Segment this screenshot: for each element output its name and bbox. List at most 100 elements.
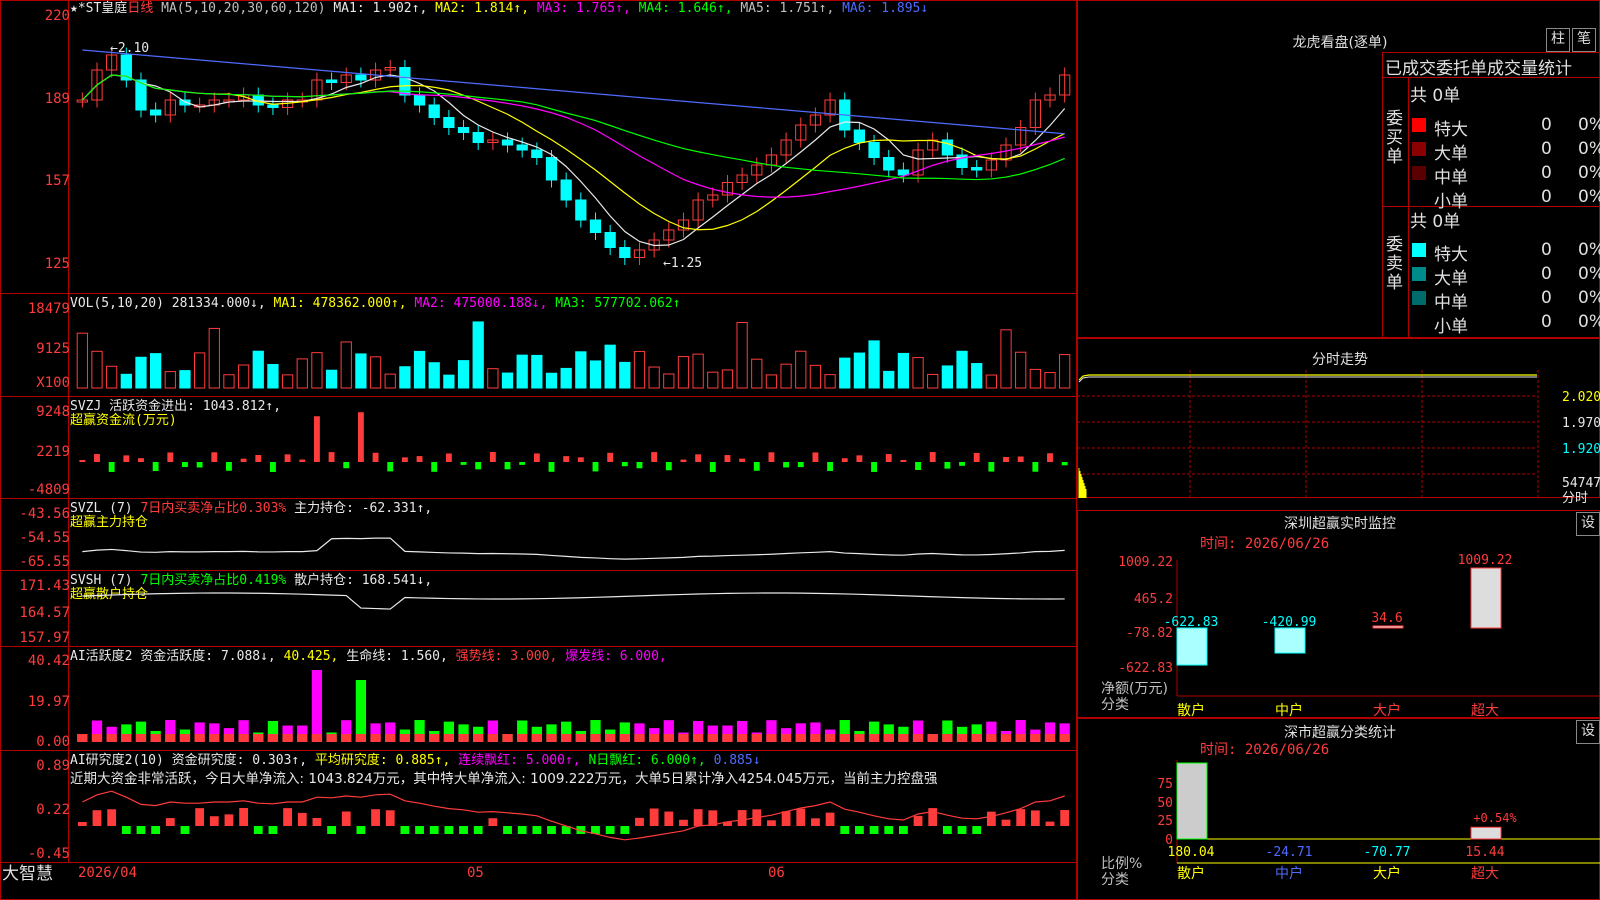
separator [1408,77,1409,338]
order-size-label: 大单 [1434,269,1468,289]
volume-bar [868,340,880,389]
activity-bar [311,670,323,742]
order-percent: 0% [1578,312,1600,332]
activity-base [634,734,645,742]
activity-base [986,734,997,742]
fund-flow-bar [680,459,687,462]
fund-flow-bar [827,462,834,471]
activity-base [473,734,484,742]
research-bar [737,810,747,826]
lhb-title: 龙虎看盘(逐单) [1292,35,1388,51]
activity-base [165,734,176,742]
fund-flow-bar [753,462,760,471]
research-bar [796,808,806,826]
research-bar [444,826,454,834]
research-bar [767,820,776,826]
research-bar [1016,809,1026,826]
research-bar [972,826,982,834]
order-size-label: 特大 [1434,245,1468,265]
cls-axis-label: 25 [1157,814,1173,829]
kline-chart[interactable] [0,0,1077,900]
order-count: 0 [1541,139,1552,159]
sz-bar [1176,627,1208,666]
volume-bar [472,321,484,389]
volume-bar [296,358,308,389]
fund-flow-bar [152,462,159,472]
sz-ylabel: 净额(万元) [1101,681,1168,697]
candle [443,117,455,128]
fund-flow-bar [1017,456,1024,462]
activity-base [297,734,308,742]
fund-flow-bar [504,462,511,470]
fund-flow-bar [973,452,980,462]
fund-flow-bar [284,454,291,462]
volume-bar [208,327,220,389]
research-bar [385,810,395,826]
activity-base [267,734,279,742]
intraday-chart[interactable] [1077,338,1600,498]
sz-bar-value: 1009.22 [1458,553,1513,568]
bar-mode-button[interactable]: 柱 [1546,28,1570,52]
cls-bar-value: -70.77 [1364,845,1411,860]
ma4-line [81,74,1065,181]
activity-base [575,734,586,742]
order-size-label: 中单 [1434,168,1468,188]
fund-flow-bar [929,452,936,462]
activity-base [810,734,821,742]
research-bar [840,826,850,834]
research-bar [986,811,996,826]
research-bar [371,809,380,826]
volume-bar [355,353,367,389]
activity-base [399,734,411,742]
fund-flow-bar [372,452,379,462]
volume-bar [428,362,440,389]
ma2-line [81,74,1065,231]
volume-bar [150,353,162,389]
volume-bar [809,364,822,389]
cls-bar-label: 散户 [1177,865,1205,882]
research-bar [165,818,175,826]
intraday-axis-label: 1.970 [1562,416,1600,431]
retail-holding-line [82,592,1065,610]
fund-flow-bar [357,412,364,462]
fund-flow-bar [1003,456,1009,462]
candle [150,109,162,116]
fund-flow-bar [387,462,394,472]
fund-flow-bar [900,459,907,462]
volume-bar [619,361,631,389]
research-bar [898,826,908,834]
fund-flow-bar [563,456,570,462]
activity-base [429,734,440,742]
activity-bar [355,680,367,742]
volume-bar [941,365,954,389]
fund-flow-bar [651,452,658,462]
activity-base [546,734,557,742]
fund-flow-bar [812,452,819,462]
volume-bar [971,363,983,389]
activity-base [561,734,572,742]
fund-flow-bar [739,458,746,462]
fund-flow-bar [196,462,203,468]
activity-base [1044,734,1056,742]
activity-base [751,734,762,742]
cls-bar-label: 超大 [1471,866,1499,882]
order-color-swatch [1412,118,1426,132]
sz-bar-label: 大户 [1373,702,1401,718]
intraday-axis-label: 1.920 [1562,442,1600,457]
activity-base [194,734,205,742]
order-size-label: 小单 [1434,317,1468,337]
fund-flow-bar [768,452,775,462]
activity-base [692,734,704,742]
research-bar [136,826,146,834]
activity-base [179,734,191,742]
volume-bar [897,352,910,389]
candle [501,139,514,146]
lhb-tabs[interactable]: 已成交委托单成交量统计 [1385,54,1572,79]
research-bar [869,826,879,834]
candle [883,157,895,171]
activity-base [370,734,381,742]
order-color-swatch [1412,267,1426,281]
volume-bar [516,354,528,389]
tick-mode-button[interactable]: 笔 [1572,28,1596,52]
activity-base [121,734,132,742]
